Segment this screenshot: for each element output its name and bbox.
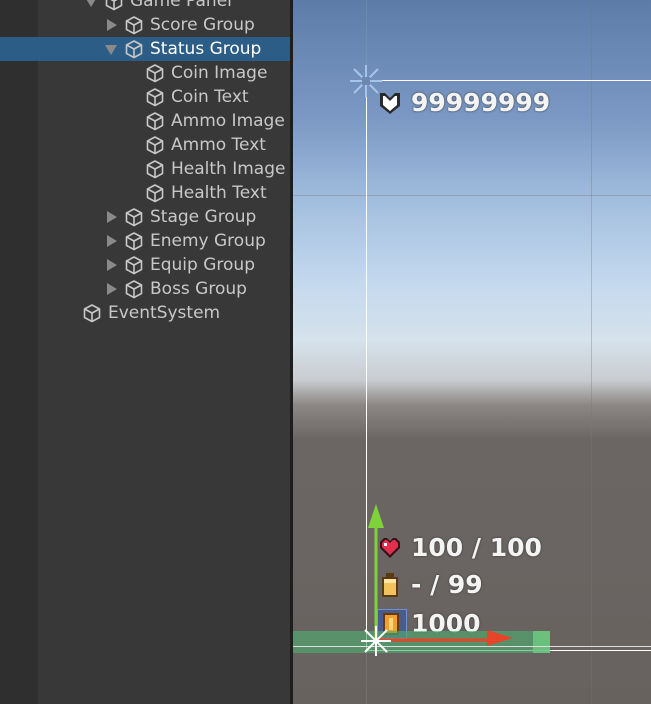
hierarchy-item[interactable]: Coin Image (0, 61, 290, 85)
hierarchy-item[interactable]: Stage Group (0, 205, 290, 229)
gameobject-cube-icon (104, 0, 124, 11)
hierarchy-item-label: Boss Group (150, 279, 247, 299)
hierarchy-item[interactable]: Boss Group (0, 277, 290, 301)
expand-arrow-icon[interactable] (107, 211, 117, 223)
hierarchy-item-label: Ammo Image (171, 111, 285, 131)
gameobject-cube-icon (145, 63, 165, 83)
score-badge-icon (380, 93, 400, 114)
hierarchy-item[interactable]: Score Group (0, 13, 290, 37)
expand-arrow-icon[interactable] (107, 259, 117, 271)
collapse-arrow-icon[interactable] (105, 45, 117, 55)
hierarchy-item-label: Enemy Group (150, 231, 266, 251)
gameobject-cube-icon (124, 231, 144, 251)
hierarchy-item-label: EventSystem (108, 303, 221, 323)
hierarchy-item-label: Equip Group (150, 255, 255, 275)
gameobject-cube-icon (124, 15, 144, 35)
gameobject-cube-icon (124, 255, 144, 275)
hierarchy-item[interactable]: Health Text (0, 181, 290, 205)
expand-arrow-icon[interactable] (107, 283, 117, 295)
hierarchy-item[interactable]: EventSystem (0, 301, 290, 325)
gameobject-cube-icon (124, 39, 144, 59)
score-text: 99999999 (411, 88, 551, 117)
hierarchy-item-label: Health Text (171, 183, 267, 203)
hierarchy-item-label: Coin Text (171, 87, 249, 107)
hierarchy-item-label: Health Image (171, 159, 286, 179)
expand-arrow-icon[interactable] (107, 19, 117, 31)
hierarchy-item[interactable]: Enemy Group (0, 229, 290, 253)
hierarchy-item-label: Game Panel (130, 0, 232, 11)
gameobject-cube-icon (145, 111, 165, 131)
hierarchy-item-label: Stage Group (150, 207, 257, 227)
hierarchy-item[interactable]: Game Panel (0, 0, 290, 13)
hierarchy-item[interactable]: Health Image (0, 157, 290, 181)
collapse-arrow-icon[interactable] (85, 0, 97, 7)
gameobject-cube-icon (145, 135, 165, 155)
hierarchy-item[interactable]: Ammo Image (0, 109, 290, 133)
scene-view[interactable]: 99999999 100 / 100 - / 99 1000 (293, 0, 651, 704)
gameobject-cube-icon (145, 183, 165, 203)
gameobject-cube-icon (145, 159, 165, 179)
hierarchy-item[interactable]: Ammo Text (0, 133, 290, 157)
gameobject-cube-icon (82, 303, 102, 323)
move-gizmo-icon[interactable] (351, 500, 541, 670)
expand-arrow-icon[interactable] (107, 235, 117, 247)
hierarchy-panel: Game Panel Score Group Status Group Coin Im… (0, 0, 290, 704)
gameobject-cube-icon (124, 207, 144, 227)
hierarchy-item[interactable]: Equip Group (0, 253, 290, 277)
hierarchy-item-label: Ammo Text (171, 135, 266, 155)
hierarchy-item-label: Coin Image (171, 63, 268, 83)
hierarchy-item[interactable]: Coin Text (0, 85, 290, 109)
hierarchy-item-label: Score Group (150, 15, 255, 35)
gameobject-cube-icon (124, 279, 144, 299)
gameobject-cube-icon (145, 87, 165, 107)
hierarchy-item[interactable]: Status Group (0, 37, 290, 61)
hierarchy-item-label: Status Group (150, 39, 262, 59)
